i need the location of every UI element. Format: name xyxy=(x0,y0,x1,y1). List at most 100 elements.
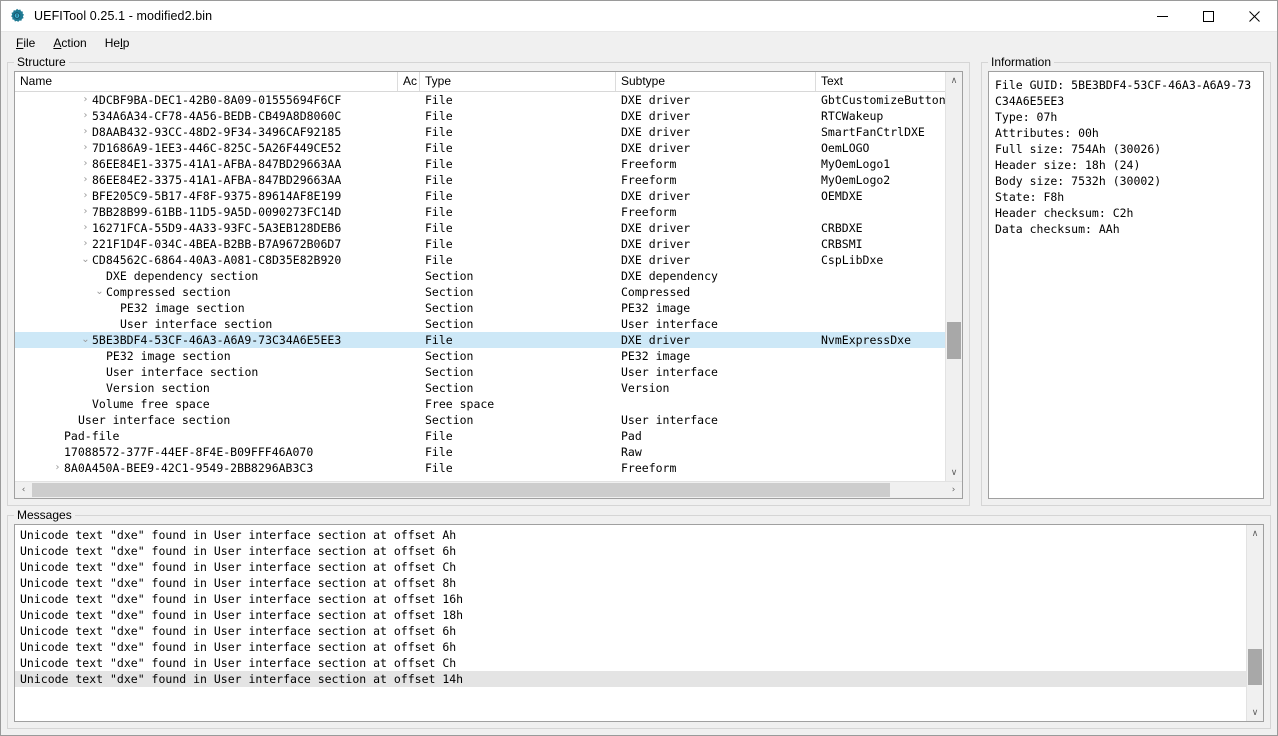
messages-panel: Messages Unicode text "dxe" found in Use… xyxy=(7,508,1271,729)
list-item[interactable]: Unicode text "dxe" found in User interfa… xyxy=(15,623,1246,639)
table-row[interactable]: User interface section Section User interf… xyxy=(15,412,945,428)
maximize-button[interactable] xyxy=(1185,1,1231,32)
table-row[interactable]: Volume free space Free space xyxy=(15,396,945,412)
menu-file[interactable]: File xyxy=(7,34,44,53)
cell-name: 8A0A450A-BEE9-42C1-9549-2BB8296AB3C3 xyxy=(64,461,314,475)
cell-type: Section xyxy=(425,269,474,283)
column-header-subtype[interactable]: Subtype xyxy=(616,72,816,91)
list-item[interactable]: Unicode text "dxe" found in User interfa… xyxy=(15,543,1246,559)
tree-vscroll-track[interactable] xyxy=(946,89,962,464)
cell-subtype: DXE driver xyxy=(621,333,691,347)
list-item[interactable]: Unicode text "dxe" found in User interfa… xyxy=(15,607,1246,623)
cell-type: File xyxy=(425,445,453,459)
cell-name: User interface section xyxy=(106,365,259,379)
column-header-type[interactable]: Type xyxy=(420,72,616,91)
column-header-name[interactable]: Name xyxy=(15,72,398,91)
chevron-down-icon[interactable]: ⌄ xyxy=(79,252,92,268)
table-row[interactable]: › 16271FCA-55D9-4A33-93FC-5A3EB128DEB6 Fil… xyxy=(15,220,945,236)
list-item[interactable]: Unicode text "dxe" found in User interfa… xyxy=(15,591,1246,607)
chevron-down-icon[interactable]: ⌄ xyxy=(79,332,92,348)
tree-scroll-up-button[interactable]: ∧ xyxy=(946,72,962,89)
cell-subtype: Pad xyxy=(621,429,642,443)
tree-hscroll-thumb[interactable] xyxy=(32,483,891,497)
messages-list-container[interactable]: Unicode text "dxe" found in User interfa… xyxy=(14,524,1264,722)
chevron-right-icon[interactable]: › xyxy=(79,124,92,140)
chevron-right-icon[interactable]: › xyxy=(79,92,92,108)
chevron-right-icon[interactable]: › xyxy=(79,204,92,220)
chevron-right-icon[interactable]: › xyxy=(79,220,92,236)
list-item[interactable]: Unicode text "dxe" found in User interfa… xyxy=(15,559,1246,575)
table-row[interactable]: User interface section Section User interf… xyxy=(15,316,945,332)
cell-type: File xyxy=(425,237,453,251)
table-row[interactable]: 17088572-377F-44EF-8F4E-B09FFF46A070 File… xyxy=(15,444,945,460)
table-row[interactable]: Version section Section Version xyxy=(15,380,945,396)
close-button[interactable] xyxy=(1231,1,1277,32)
structure-panel: Structure Name Ac Type Subtype Text › 4D… xyxy=(7,55,970,506)
cell-subtype: User interface xyxy=(621,365,718,379)
cell-type: Section xyxy=(425,301,474,315)
column-header-text[interactable]: Text xyxy=(816,72,945,91)
chevron-right-icon[interactable]: › xyxy=(79,156,92,172)
tree-scroll-down-button[interactable]: ∨ xyxy=(946,464,962,481)
chevron-right-icon[interactable]: › xyxy=(79,188,92,204)
tree-vscroll-thumb[interactable] xyxy=(947,321,961,359)
list-item[interactable]: Unicode text "dxe" found in User interfa… xyxy=(15,655,1246,671)
tree-hscroll-track[interactable] xyxy=(32,482,945,498)
table-row[interactable]: › 4DCBF9BA-DEC1-42B0-8A09-01555694F6CF Fil… xyxy=(15,92,946,108)
table-row[interactable]: ⌄ Compressed section Section Compressed xyxy=(15,284,945,300)
minimize-button[interactable] xyxy=(1139,1,1185,32)
chevron-down-icon[interactable]: ⌄ xyxy=(93,284,106,300)
table-row[interactable]: ⌄ CD84562C-6864-40A3-A081-C8D35E82B920 Fil… xyxy=(15,252,945,268)
table-row[interactable]: › 221F1D4F-034C-4BEA-B2BB-B7A9672B06D7 Fil… xyxy=(15,236,945,252)
cell-name: User interface section xyxy=(78,413,231,427)
cell-subtype: DXE driver xyxy=(621,253,691,267)
list-item[interactable]: Unicode text "dxe" found in User interfa… xyxy=(15,671,1246,687)
messages-vscroll-thumb[interactable] xyxy=(1248,648,1262,685)
column-header-ac[interactable]: Ac xyxy=(398,72,420,91)
table-row[interactable]: › 86EE84E1-3375-41A1-AFBA-847BD29663AA Fil… xyxy=(15,156,945,172)
table-row[interactable]: PE32 image section Section PE32 image xyxy=(15,348,945,364)
messages-scroll-up-button[interactable]: ∧ xyxy=(1247,525,1263,542)
structure-tree[interactable]: Name Ac Type Subtype Text › 4DCBF9BA-DEC1… xyxy=(14,71,963,499)
cell-text: CRBSMI xyxy=(821,237,863,251)
chevron-right-icon[interactable]: › xyxy=(79,236,92,252)
list-item[interactable]: Unicode text "dxe" found in User interfa… xyxy=(15,575,1246,591)
list-item[interactable]: Unicode text "dxe" found in User interfa… xyxy=(15,639,1246,655)
cell-text: MyOemLogo2 xyxy=(821,173,891,187)
tree-vertical-scrollbar[interactable]: ∧ ∨ xyxy=(945,72,962,481)
chevron-right-icon[interactable]: › xyxy=(79,108,92,124)
table-row[interactable]: PE32 image section Section PE32 image xyxy=(15,300,945,316)
cell-text: OemLOGO xyxy=(821,141,870,155)
table-row[interactable]: › 534A6A34-CF78-4A56-BEDB-CB49A8D8060C Fil… xyxy=(15,108,945,124)
table-row[interactable]: › 8A0A450A-BEE9-42C1-9549-2BB8296AB3C3 Fil… xyxy=(15,460,945,476)
uefitool-window: UEFITool 0.25.1 - modified2.bin File Act… xyxy=(0,0,1278,736)
chevron-right-icon[interactable]: › xyxy=(79,140,92,156)
table-row[interactable]: › D8AAB432-93CC-48D2-9F34-3496CAF92185 Fil… xyxy=(15,124,945,140)
table-row[interactable]: Pad-file File Pad xyxy=(15,428,945,444)
messages-scroll-down-button[interactable]: ∨ xyxy=(1247,704,1263,721)
cell-type: File xyxy=(425,173,453,187)
tree-scroll-left-button[interactable]: ‹ xyxy=(15,482,32,498)
chevron-right-icon[interactable]: › xyxy=(79,172,92,188)
table-row[interactable]: User interface section Section User interf… xyxy=(15,364,945,380)
cell-subtype: User interface xyxy=(621,413,718,427)
table-row[interactable]: › 7D1686A9-1EE3-446C-825C-5A26F449CE52 Fil… xyxy=(15,140,945,156)
messages-vertical-scrollbar[interactable]: ∧ ∨ xyxy=(1246,525,1263,721)
messages-title: Messages xyxy=(14,508,75,522)
cell-type: File xyxy=(425,109,453,123)
table-row[interactable]: DXE dependency section Section DXE depende… xyxy=(15,268,945,284)
table-row[interactable]: ⌄ 5BE3BDF4-53CF-46A3-A6A9-73C34A6E5EE3 Fil… xyxy=(15,332,945,348)
list-item[interactable]: Unicode text "dxe" found in User interfa… xyxy=(15,527,1246,543)
menu-help[interactable]: Help xyxy=(96,34,139,53)
cell-subtype: DXE driver xyxy=(621,221,691,235)
chevron-right-icon[interactable]: › xyxy=(51,460,64,476)
tree-horizontal-scrollbar[interactable]: ‹ › xyxy=(15,481,962,498)
table-row[interactable]: › BFE205C9-5B17-4F8F-9375-89614AF8E199 Fil… xyxy=(15,188,945,204)
messages-vscroll-track[interactable] xyxy=(1247,542,1263,704)
information-body[interactable]: File GUID: 5BE3BDF4-53CF-46A3-A6A9-73C34… xyxy=(988,71,1264,499)
tree-scroll-right-button[interactable]: › xyxy=(945,482,962,498)
table-row[interactable]: › 7BB28B99-61BB-11D5-9A5D-0090273FC14D Fil… xyxy=(15,204,945,220)
menu-action[interactable]: Action xyxy=(44,34,95,53)
table-row[interactable]: › 86EE84E2-3375-41A1-AFBA-847BD29663AA Fil… xyxy=(15,172,945,188)
information-title: Information xyxy=(988,55,1055,69)
